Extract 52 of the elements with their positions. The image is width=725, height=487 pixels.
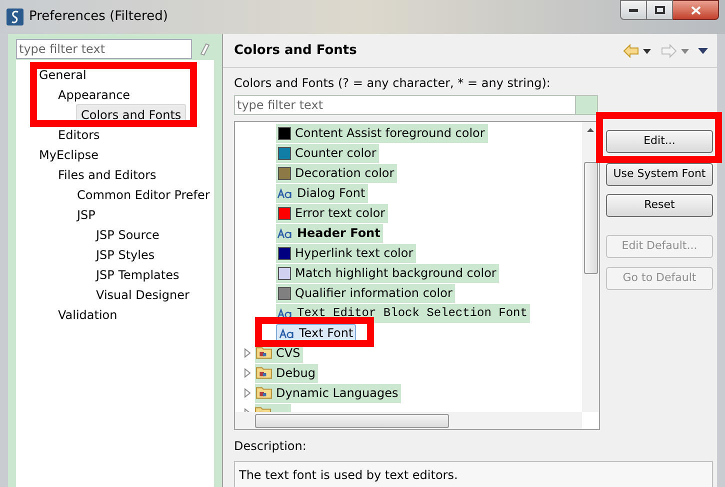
tree-item[interactable]: Header Font xyxy=(276,224,384,242)
tree-item[interactable]: JSP Templates xyxy=(95,266,180,284)
tree-item[interactable]: Common Editor Prefer xyxy=(76,186,211,204)
minimize-button[interactable] xyxy=(620,0,647,20)
tree-item[interactable]: Files and Editors xyxy=(57,166,158,184)
tree-item[interactable]: Qualifier information color xyxy=(276,284,456,302)
tree-item[interactable]: MyEclipse xyxy=(38,146,100,164)
folder-icon xyxy=(256,387,272,399)
window-title: Preferences (Filtered) xyxy=(29,8,168,26)
description-label: Description: xyxy=(233,438,308,455)
font-icon xyxy=(277,308,293,318)
tree-item[interactable]: JSP Styles xyxy=(95,246,156,264)
tree-item[interactable]: Hyperlink text color xyxy=(276,244,416,262)
filter-field[interactable]: type filter text xyxy=(16,39,192,59)
tree-item[interactable]: Error text color xyxy=(276,204,388,222)
tree-item[interactable]: Visual Designer xyxy=(95,286,190,304)
horizontal-scrollbar[interactable] xyxy=(235,412,582,429)
tree-item[interactable]: Dialog Font xyxy=(276,184,368,202)
tree-item[interactable]: Counter color xyxy=(276,144,380,162)
tree-item[interactable]: Validation xyxy=(57,306,118,324)
action-button[interactable]: Use System Font xyxy=(606,163,713,186)
dropdown-caret-icon[interactable] xyxy=(642,46,652,54)
maximize-button[interactable] xyxy=(647,0,673,20)
action-button[interactable]: Reset xyxy=(606,194,713,217)
tree-item[interactable]: Match highlight background color xyxy=(276,264,500,282)
tree-item[interactable]: JSP xyxy=(76,206,96,224)
tree-item[interactable]: Debug xyxy=(255,364,318,382)
close-button[interactable] xyxy=(673,0,719,20)
tree-item[interactable]: Text Editor Block Selection Font xyxy=(276,304,530,322)
view-menu-icon[interactable] xyxy=(697,46,709,54)
tree-item[interactable]: Editors xyxy=(57,126,101,144)
page-title: Colors and Fonts xyxy=(234,42,357,60)
folder-icon xyxy=(256,367,272,379)
tree-item[interactable]: General xyxy=(38,66,88,84)
filter-label: Colors and Fonts (? = any character, * = any string): xyxy=(234,75,552,92)
tree-item[interactable]: Appearance xyxy=(57,86,132,104)
tree-item[interactable]: Content Assist foreground color xyxy=(276,124,488,142)
vertical-scrollbar[interactable] xyxy=(582,122,599,412)
description-text: The text font is used by text editors. xyxy=(239,468,458,482)
font-icon xyxy=(277,188,293,198)
font-icon xyxy=(279,328,295,338)
tree-item[interactable]: Decoration color xyxy=(276,164,398,182)
tree-item[interactable]: Dynamic Languages xyxy=(255,384,402,402)
folder-icon xyxy=(256,347,272,359)
font-icon xyxy=(277,228,293,238)
action-button[interactable]: Edit... xyxy=(606,130,713,153)
tree-item[interactable]: JSP Source xyxy=(95,226,160,244)
filter-field-end xyxy=(576,95,598,115)
close-icon xyxy=(690,6,700,14)
scroll-up-arrow-icon[interactable] xyxy=(587,128,594,132)
app-logo-icon xyxy=(6,8,24,26)
color-filter-field[interactable]: type filter text xyxy=(234,95,576,115)
